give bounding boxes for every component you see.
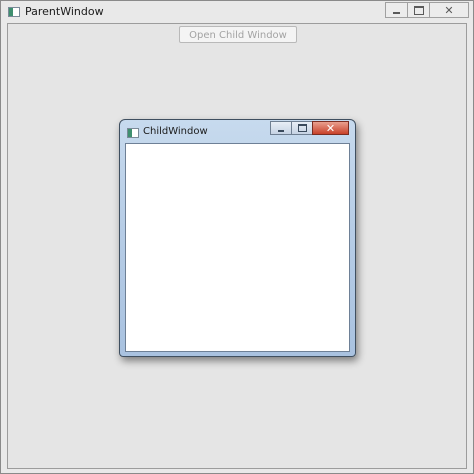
close-icon: ✕ (444, 3, 454, 17)
child-client-area (125, 143, 350, 352)
child-window: ChildWindow ✕ (119, 119, 356, 357)
maximize-icon (413, 5, 424, 15)
parent-minimize-button[interactable] (385, 2, 407, 18)
close-icon: ✕ (325, 121, 336, 135)
open-child-window-button[interactable]: Open Child Window (179, 26, 297, 43)
minimize-icon (278, 128, 284, 132)
child-maximize-button[interactable] (291, 121, 312, 135)
parent-caption-buttons: ✕ (385, 2, 469, 18)
window-app-icon (127, 128, 139, 138)
parent-maximize-button[interactable] (407, 2, 429, 18)
child-close-button[interactable]: ✕ (312, 121, 349, 135)
minimize-icon (393, 10, 400, 14)
parent-window: ParentWindow ✕ Open Child Window ChildWi… (0, 0, 474, 474)
parent-title-bar[interactable]: ParentWindow ✕ (1, 1, 473, 23)
maximize-icon (297, 124, 307, 132)
window-app-icon (8, 7, 20, 17)
child-minimize-button[interactable] (270, 121, 291, 135)
parent-window-title: ParentWindow (25, 5, 104, 18)
child-window-title: ChildWindow (143, 126, 208, 137)
child-caption-buttons: ✕ (270, 121, 349, 135)
parent-close-button[interactable]: ✕ (429, 2, 469, 18)
